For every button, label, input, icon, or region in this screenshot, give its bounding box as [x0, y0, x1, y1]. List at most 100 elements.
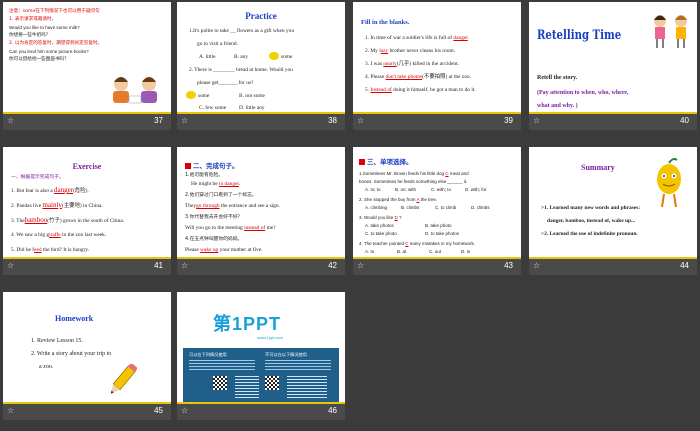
slide-number: 39 [504, 116, 513, 125]
slide-thumbnail-37[interactable]: 注意：some在下列情况下也可以用于疑问句 1. 表示请求或邀请时。 Would… [3, 2, 171, 130]
slide-title: Summary [581, 163, 615, 172]
slide-text: 1. In time of war a soldier's life is fu… [365, 35, 470, 41]
slide-title: 二、完成句子。 [185, 160, 239, 170]
slide-option: D. little any [239, 105, 265, 111]
slide-text: 3. Thebamboo(竹子) grows in the south of C… [11, 216, 125, 225]
slide-option: D. to take photos [425, 231, 460, 236]
slide-footer: ☆ 46 [177, 404, 345, 420]
slide-text: >2. Learned the use of indefinite pronou… [541, 231, 638, 237]
slide-text: go to visit a friend. [197, 41, 238, 47]
slide-number: 43 [504, 261, 513, 270]
slide-text: a zoo. [39, 364, 54, 370]
slide-text: 1. Review Lesson 15. [31, 338, 83, 344]
slide-number: 41 [154, 261, 163, 270]
qr-code-icon [265, 376, 279, 390]
slide-text: 4.在五点钟叫醒你的妈妈。 [185, 237, 243, 242]
slide-footer: ☆ 37 [3, 114, 171, 130]
slide-text: Can you lend him some picture-books? [9, 49, 89, 54]
slide-option: B. not some [239, 93, 265, 99]
slide-option: D. in [461, 249, 471, 254]
slide-text: 一、根据提示完成句子。 [11, 175, 64, 180]
slide-option: C. out [429, 249, 442, 254]
slide-text: 1. But fear is also a danger(危险). [11, 186, 89, 195]
slide-text: 4. We saw a big giraffe in the zoo last … [11, 232, 107, 238]
slide-text: 1.Sometimes Mr. Brown feeds his little d… [359, 171, 469, 176]
star-icon: ☆ [181, 261, 189, 270]
panel-text-block [189, 360, 255, 372]
slide-text: 3. Would you like D ? [359, 215, 402, 220]
slide-footer: ☆ 44 [529, 259, 697, 275]
slide-thumbnail-41[interactable]: Exercise 一、根据提示完成句子。 1. But fear is also… [3, 147, 171, 275]
slide-thumbnail-43[interactable]: 三、单项选择。 1.Sometimes Mr. Brown feeds his … [353, 147, 521, 275]
slide-text: 2. My lazy brother never cleans his room… [365, 48, 455, 54]
panel-link-list [235, 376, 259, 398]
panel-heading-right: 不可以在以下情况使用 [265, 352, 307, 357]
slide-text: please get_______ for us? [197, 80, 254, 86]
slide-option: B. take photo [425, 223, 452, 228]
slide-thumbnail-45[interactable]: Homework 1. Review Lesson 15. 2. Write a… [3, 292, 171, 420]
slide-title: Retelling Time [537, 28, 622, 43]
slide-text: 2.他们穿过门口看到了一个标志。 [185, 193, 257, 198]
slide-text: 4. Please don't take photos(不要拍照) at the… [365, 74, 471, 80]
slide-text: Would you like to have some milk? [9, 25, 80, 30]
slide-text: Theygo through the entrance and see a si… [185, 203, 280, 209]
slide-thumbnail-40[interactable]: Retelling Time Retell the story. (Pay at… [529, 2, 697, 130]
star-icon: ☆ [533, 116, 541, 125]
slide-footer: ☆ 38 [177, 114, 345, 130]
slide-footer: ☆ 41 [3, 259, 171, 275]
slide-text: Retell the story. [537, 75, 578, 81]
slide-footer: ☆ 39 [353, 114, 521, 130]
slide-option: C. with; to [431, 187, 452, 192]
slide-option: B. climbs [401, 205, 420, 210]
slide-text: 2. Write a story about your trip to [31, 351, 112, 357]
star-icon: ☆ [533, 261, 541, 270]
slide-option: D. with; for [465, 187, 487, 192]
panel-text-block [265, 360, 331, 372]
slide-number: 42 [328, 261, 337, 270]
slide-text: 4. The teacher pointed C many mistakes i… [359, 241, 476, 246]
slide-thumbnail-38[interactable]: Practice 1.It's polite to take __ flower… [177, 2, 345, 130]
lemon-character-illustration [657, 158, 681, 208]
slide-text: He might be in danger. [191, 181, 241, 187]
slide-option: B. any [234, 54, 249, 60]
slide-option: B. on; with [395, 187, 417, 192]
slide-option: C. to take photo [365, 231, 397, 236]
brand-logo: 第1PPT [213, 314, 282, 334]
pencil-icon [110, 364, 137, 394]
slide-text: 1. 表示请求或邀请时。 [9, 17, 57, 22]
qr-code-icon [213, 376, 227, 390]
slide-title: 三、单项选择。 [359, 156, 413, 166]
slide-thumbnail-44[interactable]: Summary >1. Learned many new words and p… [529, 147, 697, 275]
slide-option: A. little [199, 54, 216, 60]
star-icon: ☆ [181, 116, 189, 125]
slide-text: 注意：some在下列情况下也可以用于疑问句 [9, 9, 100, 14]
slide-text: Please wake up your mother at five. [185, 247, 263, 253]
star-icon: ☆ [357, 116, 365, 125]
slide-option: B. at [397, 249, 407, 254]
star-icon: ☆ [7, 116, 15, 125]
slide-thumbnail-39[interactable]: Fill in the blanks. 1. In time of war a … [353, 2, 521, 130]
slide-text: Will you go to the meeting instead of me… [185, 225, 276, 231]
slide-thumbnail-42[interactable]: 二、完成句子。 1.他可能有危险。 He might be in danger.… [177, 147, 345, 275]
slide-option: A. climbing [365, 205, 388, 210]
slide-text: 3. I was nearly(几乎) killed in the accide… [365, 61, 459, 67]
slide-text: 1.他可能有危险。 [185, 173, 224, 178]
slide-text: 2. Pandas live mainly(主要地) in China. [11, 201, 103, 210]
slide-text: bones. Sometimes he feeds something else… [359, 179, 468, 184]
brand-url: www.1ppt.com [257, 335, 284, 340]
star-icon: ☆ [7, 406, 15, 415]
slide-text: 2. She stopped the boy from A the tree. [359, 197, 438, 202]
slide-text: >1. Learned many new words and phrases: [541, 205, 641, 211]
kids-reading-illustration [113, 77, 157, 104]
slide-thumbnail-46[interactable]: 第1PPT www.1ppt.com 可以在下列情况使用 不可以在以下情况使用 … [177, 292, 345, 420]
star-icon: ☆ [7, 261, 15, 270]
slide-option: some [281, 54, 293, 60]
smile-icon [186, 91, 196, 99]
slide-text: danger, bamboo, instead of, wake up... [547, 218, 636, 224]
slide-title: Exercise [72, 162, 102, 171]
star-icon: ☆ [181, 406, 189, 415]
slide-text: what and why. ) [537, 103, 578, 109]
slide-option: C. few some [199, 105, 227, 111]
slide-number: 45 [154, 406, 163, 415]
slide-option: D. climbs [471, 205, 490, 210]
